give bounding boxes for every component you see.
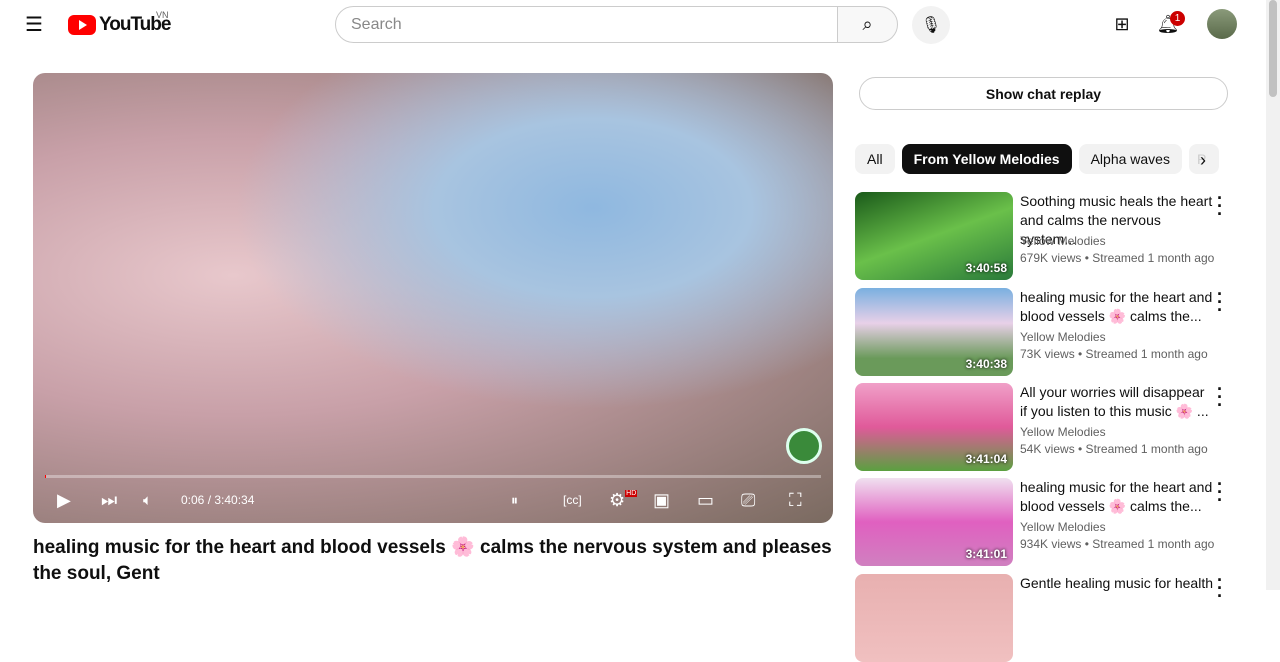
video-meta: 73K views • Streamed 1 month ago — [1020, 347, 1208, 361]
search-placeholder: Search — [351, 16, 402, 34]
more-options-icon[interactable]: ··· — [1215, 480, 1225, 504]
more-options-icon[interactable]: ··· — [1215, 576, 1225, 600]
time-display: 0:06 / 3:40:34 — [181, 485, 254, 515]
recommended-video[interactable]: 3:40:58 Soothing music heals the heart a… — [855, 192, 1235, 280]
video-meta: 934K views • Streamed 1 month ago — [1020, 537, 1214, 551]
recommended-video[interactable]: Gentle healing music for health ··· — [855, 574, 1235, 662]
theater-mode-icon[interactable]: ▭ — [697, 485, 714, 515]
chip-all[interactable]: All — [855, 144, 895, 174]
microphone-icon: 🎙 — [921, 15, 941, 35]
more-options-icon[interactable]: ··· — [1215, 290, 1225, 314]
channel-name[interactable]: Yellow Melodies — [1020, 520, 1106, 534]
channel-watermark[interactable] — [786, 428, 822, 464]
video-thumbnail[interactable]: 3:40:38 — [855, 288, 1013, 376]
youtube-play-icon — [68, 15, 96, 35]
video-title[interactable]: Gentle healing music for health — [1020, 574, 1215, 593]
chip-from-yellow-melodies[interactable]: From Yellow Melodies — [902, 144, 1072, 174]
region-code: VN — [156, 10, 169, 20]
settings-icon[interactable]: ⚙HD — [609, 485, 637, 515]
more-options-icon[interactable]: ··· — [1215, 385, 1225, 409]
channel-name[interactable]: Yellow Melodies — [1020, 234, 1106, 248]
recommended-video[interactable]: 3:41:01 healing music for the heart and … — [855, 478, 1235, 566]
video-meta: 679K views • Streamed 1 month ago — [1020, 251, 1214, 265]
chevron-right-icon[interactable]: › — [1200, 150, 1206, 171]
filter-chips: All From Yellow Melodies Alpha waves P — [855, 144, 1219, 174]
chip-alpha-waves[interactable]: Alpha waves — [1079, 144, 1182, 174]
cast-icon[interactable]: ⎚ — [741, 485, 755, 515]
search-button[interactable]: ⌕ — [837, 6, 898, 43]
miniplayer-icon[interactable]: ▣ — [653, 485, 670, 515]
duration-badge: 3:41:01 — [966, 547, 1007, 561]
video-title: healing music for the heart and blood ve… — [33, 535, 833, 587]
duration-badge: 3:41:04 — [966, 452, 1007, 466]
duration-badge: 3:40:38 — [966, 357, 1007, 371]
recommended-video[interactable]: 3:40:38 healing music for the heart and … — [855, 288, 1235, 376]
channel-name[interactable]: Yellow Melodies — [1020, 330, 1106, 344]
video-title[interactable]: All your worries will disappear if you l… — [1020, 383, 1215, 421]
show-chat-replay-button[interactable]: Show chat replay — [859, 77, 1228, 110]
video-thumbnail[interactable] — [855, 574, 1013, 662]
video-thumbnail[interactable]: 3:41:01 — [855, 478, 1013, 566]
search-input[interactable]: Search — [335, 6, 838, 43]
video-thumbnail[interactable]: 3:40:58 — [855, 192, 1013, 280]
autoplay-toggle[interactable]: ⏸︎ — [511, 485, 518, 515]
progress-bar[interactable] — [45, 475, 821, 478]
avatar[interactable] — [1207, 9, 1237, 39]
scrollbar-thumb[interactable] — [1269, 0, 1277, 97]
more-options-icon[interactable]: ··· — [1215, 194, 1225, 218]
next-icon[interactable]: ⏭ — [101, 485, 117, 515]
menu-icon[interactable]: ☰ — [22, 12, 46, 36]
video-thumbnail[interactable]: 3:41:04 — [855, 383, 1013, 471]
fullscreen-icon[interactable]: ⛶ — [789, 485, 802, 515]
video-meta: 54K views • Streamed 1 month ago — [1020, 442, 1208, 456]
video-title[interactable]: healing music for the heart and blood ve… — [1020, 478, 1215, 516]
recommended-video[interactable]: 3:41:04 All your worries will disappear … — [855, 383, 1235, 471]
hd-badge: HD — [625, 490, 637, 497]
search-icon: ⌕ — [862, 14, 872, 35]
duration-badge: 3:40:58 — [966, 261, 1007, 275]
channel-name[interactable]: Yellow Melodies — [1020, 425, 1106, 439]
video-title[interactable]: healing music for the heart and blood ve… — [1020, 288, 1215, 326]
notification-badge: 1 — [1170, 11, 1185, 26]
captions-icon[interactable]: [cc] — [563, 485, 582, 515]
top-bar: ☰ YouTube VN Search ⌕ 🎙 ⊞ 🔔︎ 1 — [0, 0, 1266, 48]
play-icon[interactable]: ▶ — [57, 485, 71, 515]
video-player[interactable]: ▶ ⏭ 🔈︎ 0:06 / 3:40:34 ⏸︎ [cc] ⚙HD ▣ ▭ ⎚ … — [33, 73, 833, 523]
volume-icon[interactable]: 🔈︎ — [143, 485, 152, 515]
create-icon[interactable]: ⊞ — [1110, 13, 1134, 35]
voice-search-button[interactable]: 🎙 — [912, 6, 950, 44]
